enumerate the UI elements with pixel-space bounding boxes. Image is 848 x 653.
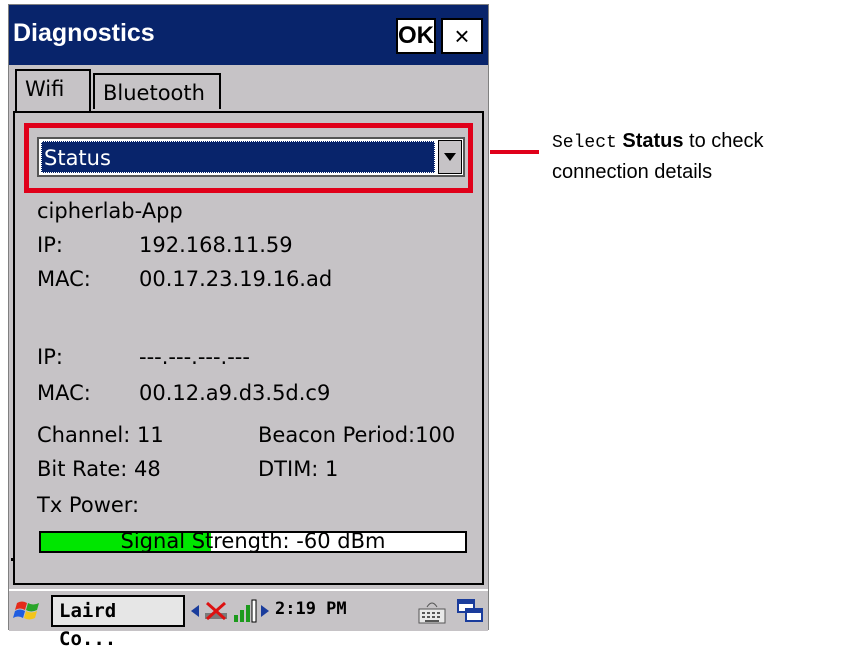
keyboard-icon[interactable] [417,597,447,625]
mac-label: MAC: [37,267,91,291]
tab-bluetooth[interactable]: Bluetooth [93,73,221,109]
taskbar: Laird Co... 2:19 PM [9,589,488,650]
tab-wifi[interactable]: Wifi [15,69,91,111]
clock[interactable]: 2:19 PM [275,599,347,619]
callout-line2: connection details [552,161,713,183]
windows-flag-icon[interactable] [13,597,43,625]
callout-prefix: Select [552,133,617,153]
dropdown-selected: Status [41,141,435,173]
bitrate-text: Bit Rate: 48 [37,457,161,481]
signal-strength-text: Signal Strength: -60 dBm [120,529,386,553]
ip2-value: ---.---.---.--- [139,345,250,369]
wifi-panel: Status cipherlab-App IP: 192.168.11.59 M… [13,111,484,585]
txpower-text: Tx Power: [37,493,140,517]
ip2-label: IP: [37,345,63,369]
ip-value: 192.168.11.59 [139,233,293,257]
beacon-text: Beacon Period:100 [258,423,456,447]
mac2-label: MAC: [37,381,91,405]
ssid-text: cipherlab-App [37,199,183,223]
network-disconnected-icon[interactable] [203,599,229,623]
dtim-text: DTIM: 1 [258,457,339,481]
callout-text: Select Status to check connection detail… [552,127,764,187]
window-title: Diagnostics [13,19,155,47]
ip-label: IP: [37,233,63,257]
view-dropdown[interactable]: Status [37,137,465,177]
device-screen: Diagnostics OK × Wifi Bluetooth Status c… [8,4,489,650]
callout-bold: Status [622,130,684,152]
signal-strength-bar: Signal Strength: -60 dBm [39,529,467,553]
tray-left-arrow-icon[interactable] [191,605,199,617]
channel-text: Channel: 11 [37,423,164,447]
callout-connector [490,150,539,154]
mac-value: 00.17.23.19.16.ad [139,267,333,291]
signal-bars-icon[interactable] [233,599,257,623]
tray-right-arrow-icon[interactable] [261,605,269,617]
laird-task-button[interactable]: Laird Co... [51,595,185,650]
title-bar: Diagnostics OK × [9,5,488,65]
tab-strip: Wifi Bluetooth [9,65,488,113]
callout-suffix: to check [683,130,764,152]
chevron-down-icon[interactable] [438,140,462,174]
system-tray: 2:19 PM [191,599,406,625]
mac2-value: 00.12.a9.d3.5d.c9 [139,381,331,405]
ok-button[interactable]: OK [396,18,436,54]
edge-mark [11,558,15,561]
close-button[interactable]: × [441,18,483,54]
windows-switch-icon[interactable] [455,597,485,625]
